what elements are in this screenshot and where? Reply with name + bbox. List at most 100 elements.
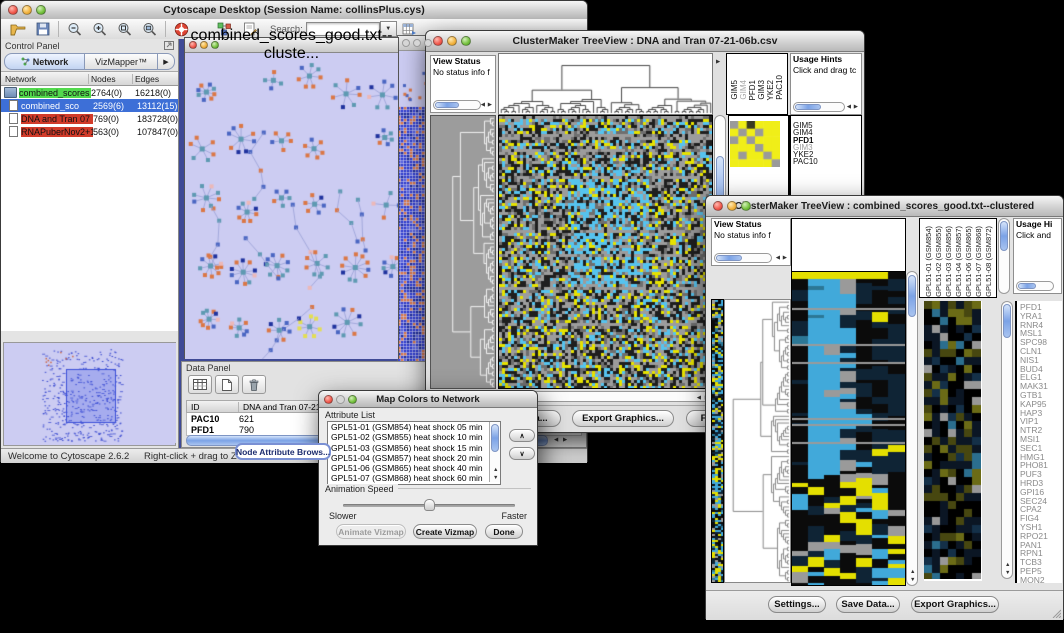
scroll-left-icon[interactable]: ◀ <box>776 255 780 261</box>
col-header-nodes[interactable]: Nodes <box>89 74 133 84</box>
resize-grip-icon[interactable] <box>1051 608 1061 618</box>
network-window[interactable]: combined_scores_good.txt--cluste... <box>184 37 399 359</box>
network-list-row[interactable]: DNA and Tran 07 769(0) 183728(0) <box>1 112 178 125</box>
scroll-up-icon[interactable]: ▲ <box>493 467 498 473</box>
zoom-in-button[interactable] <box>87 19 112 39</box>
attribute-listbox[interactable]: GPL51-01 (GSM854) heat shock 05 min GPL51… <box>327 421 501 485</box>
scroll-down-icon[interactable]: ▼ <box>493 475 498 481</box>
col-header-edges[interactable]: Edges <box>133 74 178 84</box>
save-data-button[interactable]: Save Data... <box>836 596 900 613</box>
column-label[interactable]: GPL51-07 (GSM868) <box>974 226 984 297</box>
network-list-row[interactable]: combined_sco 2569(6) 13112(15) <box>1 99 178 112</box>
treeview2-titlebar[interactable]: ClusterMaker TreeView : combined_scores_… <box>706 196 1063 217</box>
column-label[interactable]: GPL51-03 (GSM856) <box>944 226 954 297</box>
minimize-icon[interactable] <box>22 5 32 15</box>
scroll-right-icon[interactable]: ▶ <box>783 255 787 261</box>
more-tabs-button[interactable]: ▶ <box>158 53 175 70</box>
animate-vizmap-button[interactable]: Animate Vizmap <box>336 524 406 539</box>
scroll-right-icon[interactable]: ▶ <box>488 102 492 108</box>
export-graphics-button[interactable]: Export Graphics... <box>572 410 674 427</box>
move-down-button[interactable]: ∨ <box>509 447 535 460</box>
minimize-icon[interactable] <box>447 36 457 46</box>
scroll-down-icon[interactable]: ▼ <box>910 577 915 583</box>
create-attribute-button[interactable] <box>215 375 239 394</box>
attribute-item[interactable]: GPL51-04 (GSM857) heat shock 20 min <box>328 453 486 463</box>
column-label[interactable]: GPL51-06 (GSM865) <box>964 226 974 297</box>
network-overview-canvas[interactable] <box>4 343 176 443</box>
zoom-matrix-canvas[interactable] <box>730 121 780 167</box>
zoom-out-button[interactable] <box>62 19 87 39</box>
row-dendrogram-canvas[interactable] <box>725 300 790 582</box>
zoom-fit-button[interactable] <box>137 19 162 39</box>
global-overview-canvas[interactable] <box>712 300 723 582</box>
slider-thumb[interactable] <box>424 499 435 511</box>
attribute-item[interactable]: GPL51-01 (GSM854) heat shock 05 min <box>328 422 486 432</box>
column-label[interactable]: GPL51-08 (GSM872) <box>984 226 994 297</box>
close-icon[interactable] <box>324 395 333 404</box>
close-icon[interactable] <box>713 201 723 211</box>
heatmap-vscrollbar[interactable]: ▲ ▼ <box>906 271 918 586</box>
minimize-icon[interactable] <box>727 201 737 211</box>
attribute-select-button[interactable] <box>188 375 212 394</box>
attribute-item[interactable]: GPL51-06 (GSM865) heat shock 40 min <box>328 463 486 473</box>
global-overview-strip[interactable] <box>711 299 724 583</box>
column-label[interactable]: PAC10 <box>775 75 784 100</box>
scroll-left-icon[interactable]: ◀ <box>697 395 701 401</box>
network-overview[interactable] <box>3 342 176 446</box>
close-icon[interactable] <box>433 36 443 46</box>
export-graphics-button[interactable]: Export Graphics... <box>911 596 999 613</box>
zoom-window-icon[interactable] <box>36 5 46 15</box>
scroll-left-icon[interactable]: ◀ <box>554 437 558 443</box>
network-list-row[interactable]: combined_scores 2764(0) 16218(0) <box>1 86 178 99</box>
done-button[interactable]: Done <box>485 524 523 539</box>
node-attribute-browser-tab[interactable]: Node Attribute Brows... <box>235 443 331 460</box>
column-label[interactable]: GIM4 <box>739 80 748 100</box>
column-label[interactable]: PFD1 <box>748 80 757 100</box>
attribute-item[interactable]: GPL51-07 (GSM868) heat shock 60 min <box>328 473 486 483</box>
zoom-window-icon[interactable] <box>348 395 357 404</box>
column-dendrogram-canvas[interactable] <box>499 54 712 114</box>
dialog-titlebar[interactable]: Map Colors to Network <box>319 391 537 408</box>
scroll-right-icon[interactable]: ▶ <box>716 59 720 65</box>
column-label[interactable]: GIM3 <box>757 80 766 100</box>
column-dendrogram[interactable] <box>498 53 713 115</box>
minimize-icon[interactable] <box>336 395 345 404</box>
heatmap-canvas[interactable] <box>499 116 712 388</box>
labels-vscrollbar[interactable] <box>998 218 1010 294</box>
scroll-left-icon[interactable]: ◀ <box>847 104 851 110</box>
heatmap-main[interactable] <box>498 115 713 389</box>
zoom-selected-button[interactable] <box>112 19 137 39</box>
close-icon[interactable] <box>189 41 197 49</box>
row-dendrogram-canvas[interactable] <box>431 116 495 388</box>
tab-network[interactable]: Network <box>4 53 85 70</box>
column-label[interactable]: GPL51-02 (GSM855) <box>934 226 944 297</box>
zoom-window-icon[interactable] <box>461 36 471 46</box>
column-label[interactable]: GPL51-01 (GSM854) <box>924 226 934 297</box>
usage-hints-scrollbar[interactable] <box>1016 281 1054 291</box>
zoom-window-icon[interactable] <box>424 39 432 47</box>
treeview1-titlebar[interactable]: ClusterMaker TreeView : DNA and Tran 07-… <box>426 31 864 52</box>
zoom-vscrollbar[interactable]: ▲ ▼ <box>1001 301 1013 579</box>
save-session-button[interactable] <box>30 19 55 39</box>
scroll-left-icon[interactable]: ◀ <box>481 102 485 108</box>
scroll-up-icon[interactable]: ▲ <box>1005 562 1010 568</box>
close-icon[interactable] <box>8 5 18 15</box>
zoom-window-icon[interactable] <box>211 41 219 49</box>
animation-speed-slider[interactable] <box>343 504 515 507</box>
open-session-button[interactable] <box>5 19 30 39</box>
settings-button[interactable]: Settings... <box>768 596 826 613</box>
column-label[interactable]: GPL51-04 (GSM857) <box>954 226 964 297</box>
create-vizmap-button[interactable]: Create Vizmap <box>413 524 477 539</box>
scroll-right-icon[interactable]: ▶ <box>563 437 567 443</box>
attribute-item[interactable]: GPL51-03 (GSM856) heat shock 15 min <box>328 443 486 453</box>
view-status-scrollbar[interactable] <box>433 100 481 110</box>
scroll-down-icon[interactable]: ▼ <box>1005 570 1010 576</box>
zoom-heatmap-canvas[interactable] <box>924 301 981 579</box>
gene-label[interactable]: MON2 <box>1020 576 1062 583</box>
column-label[interactable]: GIM5 <box>730 80 739 100</box>
minimize-icon[interactable] <box>413 39 421 47</box>
row-dendrogram[interactable] <box>724 299 791 583</box>
col-header-network[interactable]: Network <box>1 74 89 84</box>
heatmap-main[interactable] <box>791 271 906 586</box>
delete-attribute-button[interactable] <box>242 375 266 394</box>
